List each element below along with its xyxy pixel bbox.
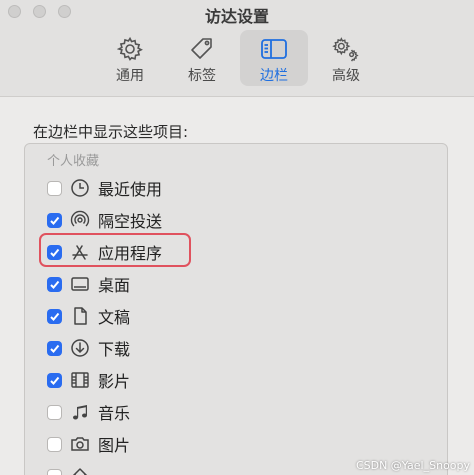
documents-checkbox[interactable] [47,308,62,324]
airdrop-checkbox[interactable] [47,212,62,228]
desktop-icon [70,274,90,294]
list-item-airdrop: 隔空投送 [47,206,162,234]
settings-toolbar: 通用 标签 边栏 高级 [96,30,384,86]
movies-label: 影片 [98,372,131,391]
music-label: 音乐 [98,404,131,423]
recents-label: 最近使用 [98,180,163,199]
tab-advanced-label: 高级 [332,68,360,84]
download-icon [70,338,90,358]
tab-sidebar-label: 边栏 [260,68,288,84]
list-item-downloads: 下载 [47,334,130,362]
window-title: 访达设置 [204,7,269,26]
annotation-highlight-box [39,233,191,267]
tab-tags[interactable]: 标签 [168,30,236,86]
group-header-favorites: 个人收藏 [47,154,100,169]
airdrop-label: 隔空投送 [98,212,163,231]
camera-icon [70,434,90,454]
list-item-documents: 文稿 [47,302,130,330]
watermark: CSDN @Yael_Snoopy [355,459,470,472]
list-item-movies: 影片 [47,366,130,394]
finder-settings-window: 访达设置 通用 标签 边栏 高级 在边栏中显示这些项目: 个人收藏 最近使用 隔… [0,0,474,475]
list-item-pictures: 图片 [47,430,130,458]
airdrop-icon [70,210,90,230]
home-checkbox[interactable] [47,468,62,475]
recents-checkbox[interactable] [47,180,62,196]
film-icon [70,370,90,390]
titlebar: 访达设置 通用 标签 边栏 高级 [0,0,474,97]
list-item-recents: 最近使用 [47,174,162,202]
pictures-label: 图片 [98,436,131,455]
list-item-home [47,462,98,475]
document-icon [70,306,90,326]
gears-icon [332,36,360,62]
tab-advanced[interactable]: 高级 [312,30,380,86]
pictures-checkbox[interactable] [47,436,62,452]
downloads-checkbox[interactable] [47,340,62,356]
home-icon [70,466,90,475]
tab-general[interactable]: 通用 [96,30,164,86]
sidebar-items-heading: 在边栏中显示这些项目: [33,123,189,141]
music-icon [70,402,90,422]
tab-general-label: 通用 [116,68,144,84]
documents-label: 文稿 [98,308,131,327]
list-item-desktop: 桌面 [47,270,130,298]
clock-icon [70,178,90,198]
sidebar-items-list: 个人收藏 最近使用 隔空投送 应用程序 桌面 文稿 下载 影片 音乐 图片 [24,143,448,475]
tab-sidebar[interactable]: 边栏 [240,30,308,86]
tag-icon [188,36,216,62]
music-checkbox[interactable] [47,404,62,420]
sidebar-icon [260,36,288,62]
desktop-label: 桌面 [98,276,131,295]
downloads-label: 下载 [98,340,131,359]
tab-tags-label: 标签 [188,68,216,84]
list-item-music: 音乐 [47,398,130,426]
gear-icon [116,36,144,62]
movies-checkbox[interactable] [47,372,62,388]
desktop-checkbox[interactable] [47,276,62,292]
